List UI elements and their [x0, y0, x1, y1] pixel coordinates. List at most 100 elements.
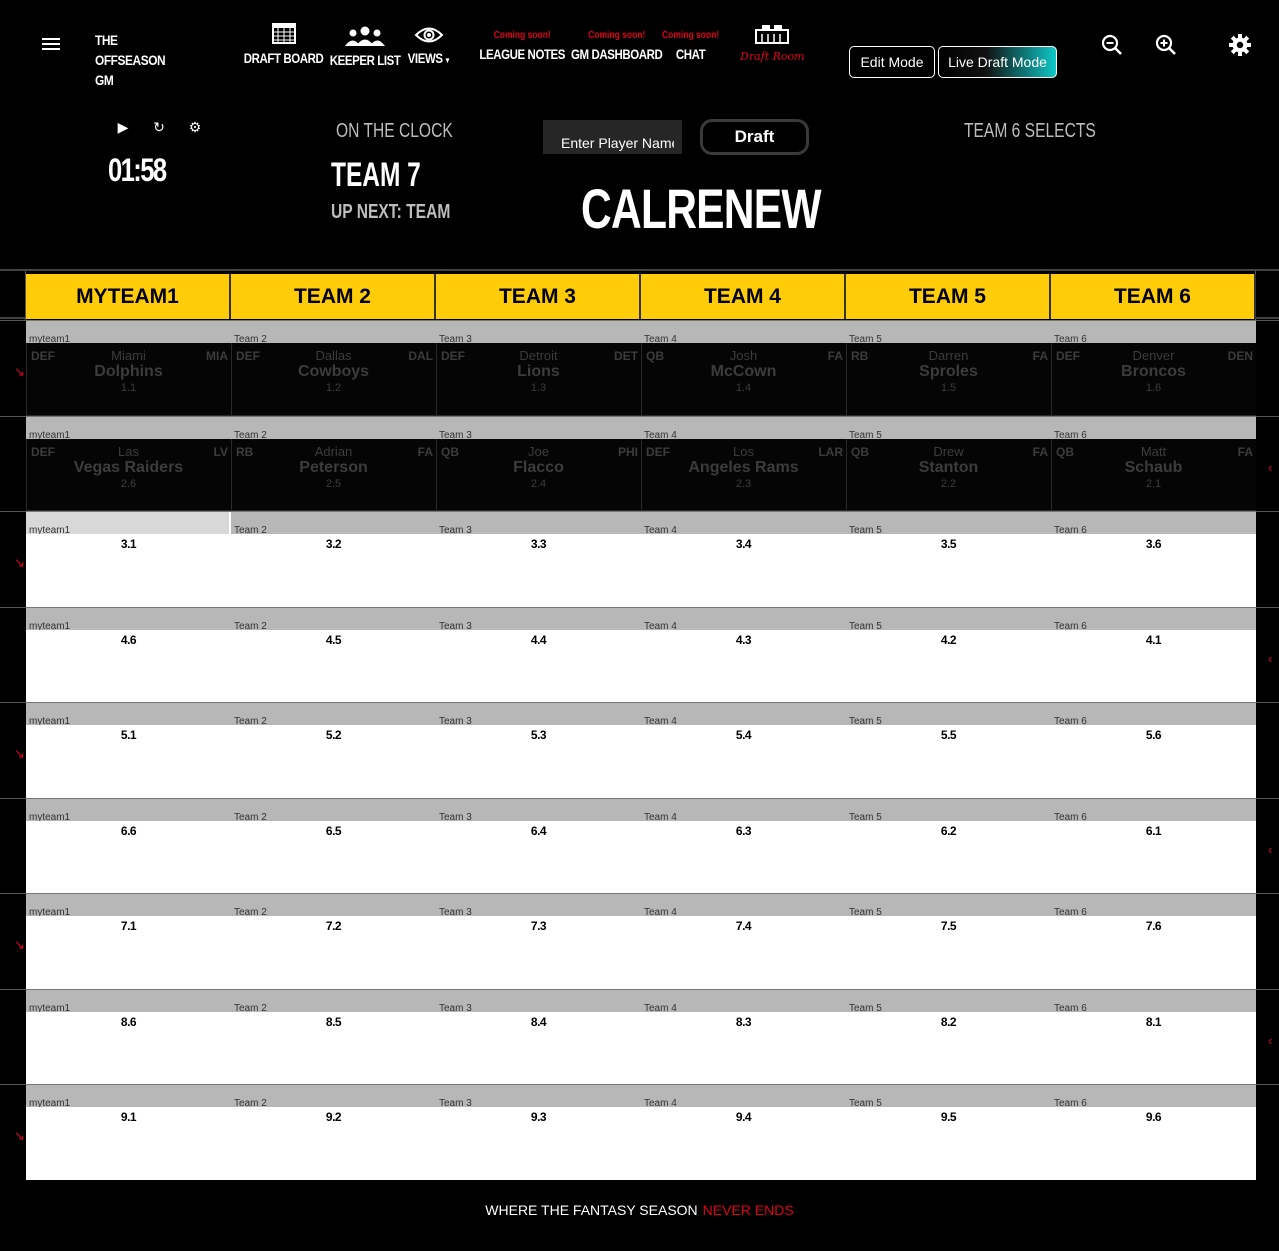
pick-cell[interactable]: Team 3 DEF DET Detroit Lions 1.3	[436, 320, 641, 416]
pick-cell[interactable]: Team 4 8.3	[641, 988, 846, 1084]
pick-cell[interactable]: Team 4 3.4	[641, 511, 846, 607]
snake-arrow-left-icon: ‹	[1268, 1032, 1273, 1048]
player-name-input[interactable]	[543, 120, 682, 154]
pick-number: 9.6	[1145, 1110, 1162, 1124]
team-header[interactable]: TEAM 4	[641, 274, 846, 319]
pick-owner-label: Team 3	[439, 334, 472, 344]
pick-owner-label: myteam1	[29, 1098, 71, 1108]
pick-owner-bar: Team 3	[436, 607, 641, 630]
team-header[interactable]: TEAM 3	[436, 274, 641, 319]
pick-cell[interactable]: Team 2 6.5	[231, 797, 436, 893]
pick-number: 2.6	[120, 477, 137, 490]
live-draft-mode-button[interactable]: Live Draft Mode	[938, 46, 1057, 78]
coming-soon-badge: Coming soon!	[493, 30, 551, 41]
pick-cell[interactable]: Team 4 5.4	[641, 702, 846, 798]
pick-cell[interactable]: Team 4 4.3	[641, 606, 846, 702]
pick-cell[interactable]: myteam1 3.1	[26, 511, 231, 607]
nav-gm-dashboard[interactable]: Coming soon! GM DASHBOARD	[561, 22, 672, 62]
team-header[interactable]: MYTEAM1	[26, 274, 231, 319]
pick-cell[interactable]: Team 5 8.2	[846, 988, 1051, 1084]
pick-owner-label: Team 6	[1054, 1002, 1087, 1012]
pick-cell[interactable]: Team 6 9.6	[1051, 1084, 1256, 1180]
reset-icon[interactable]: ↻	[152, 119, 166, 135]
pick-owner-bar: Team 3	[436, 703, 641, 725]
pick-cell[interactable]: Team 3 6.4	[436, 797, 641, 893]
pick-cell[interactable]: Team 6 DEF DEN Denver Broncos 1.6	[1051, 320, 1256, 416]
pick-cell[interactable]: Team 5 RB FA Darren Sproles 1.5	[846, 320, 1051, 416]
nav-chat[interactable]: Coming soon! CHAT	[657, 22, 724, 62]
pick-cell[interactable]: Team 5 5.5	[846, 702, 1051, 798]
pick-cell[interactable]: Team 5 7.5	[846, 893, 1051, 989]
pick-cell[interactable]: Team 5 4.2	[846, 606, 1051, 702]
pick-owner-label: Team 2	[234, 1098, 267, 1108]
pick-cell[interactable]: Team 2 5.2	[231, 702, 436, 798]
pick-cell[interactable]: Team 4 9.4	[641, 1084, 846, 1180]
pick-cell[interactable]: myteam1 9.1	[26, 1084, 231, 1180]
pick-cell[interactable]: Team 2 RB FA Adrian Peterson 2.5	[231, 415, 436, 511]
footer-tagline-accent: NEVER ENDS	[702, 1202, 794, 1218]
team-header[interactable]: TEAM 2	[231, 274, 436, 319]
pick-cell[interactable]: myteam1 DEF MIA Miami Dolphins 1.1	[26, 320, 231, 416]
pick-cell[interactable]: Team 5 9.5	[846, 1084, 1051, 1180]
pick-cell[interactable]: Team 2 4.5	[231, 606, 436, 702]
nav-keeper-list[interactable]: KEEPER LIST	[322, 26, 408, 68]
pick-cell[interactable]: Team 6 4.1	[1051, 606, 1256, 702]
pick-cell[interactable]: Team 5 3.5	[846, 511, 1051, 607]
pick-cell[interactable]: Team 4 DEF LAR Los Angeles Rams 2.3	[641, 415, 846, 511]
pick-owner-bar: Team 2	[231, 321, 436, 343]
nav-league-notes[interactable]: Coming soon! LEAGUE NOTES	[470, 22, 574, 62]
pick-cell[interactable]: Team 6 3.6	[1051, 511, 1256, 607]
pick-cell[interactable]: Team 2 7.2	[231, 893, 436, 989]
pick-cell[interactable]: myteam1 7.1	[26, 893, 231, 989]
pick-cell[interactable]: Team 4 QB FA Josh McCown 1.4	[641, 320, 846, 416]
team-header[interactable]: TEAM 6	[1051, 274, 1256, 319]
pick-cell[interactable]: Team 3 9.3	[436, 1084, 641, 1180]
pick-cell[interactable]: myteam1 4.6	[26, 606, 231, 702]
pick-cell[interactable]: Team 6 8.1	[1051, 988, 1256, 1084]
pick-cell[interactable]: myteam1 5.1	[26, 702, 231, 798]
pick-cell[interactable]: Team 5 QB FA Drew Stanton 2.2	[846, 415, 1051, 511]
pick-cell[interactable]: Team 2 DEF DAL Dallas Cowboys 1.2	[231, 320, 436, 416]
pick-last-name: Flacco	[513, 458, 564, 476]
pick-cell[interactable]: Team 6 7.6	[1051, 893, 1256, 989]
team-header[interactable]: TEAM 5	[846, 274, 1051, 319]
pick-cell[interactable]: Team 3 7.3	[436, 893, 641, 989]
pick-owner-label: myteam1	[29, 620, 71, 630]
play-icon[interactable]: ▶	[116, 119, 130, 135]
zoom-in-icon[interactable]	[1154, 33, 1178, 57]
pick-last-name: McCown	[710, 363, 777, 380]
pick-owner-bar: Team 4	[641, 989, 846, 1012]
pick-cell[interactable]: Team 4 6.3	[641, 797, 846, 893]
pick-cell[interactable]: myteam1 8.6	[26, 988, 231, 1084]
pick-cell[interactable]: Team 6 5.6	[1051, 702, 1256, 798]
pick-cell[interactable]: myteam1 DEF LV Las Vegas Raiders 2.6	[26, 415, 231, 511]
settings-gear-icon[interactable]	[1228, 33, 1252, 57]
edit-mode-button[interactable]: Edit Mode	[849, 46, 935, 78]
pick-cell[interactable]: Team 3 5.3	[436, 702, 641, 798]
pick-cell[interactable]: Team 3 QB PHI Joe Flacco 2.4	[436, 415, 641, 511]
zoom-out-icon[interactable]	[1100, 33, 1124, 57]
timer-settings-gear-icon[interactable]: ⚙	[188, 119, 202, 135]
menu-icon[interactable]	[42, 38, 60, 52]
pick-cell[interactable]: Team 6 QB FA Matt Schaub 2.1	[1051, 415, 1256, 511]
pick-cell[interactable]: Team 3 8.4	[436, 988, 641, 1084]
pick-cell[interactable]: Team 3 3.3	[436, 511, 641, 607]
pick-cell[interactable]: Team 2 3.2	[231, 511, 436, 607]
nav-draft-room[interactable]: Draft Room	[740, 24, 805, 63]
pick-cell[interactable]: Team 4 7.4	[641, 893, 846, 989]
pick-cell[interactable]: Team 5 6.2	[846, 797, 1051, 893]
nav-draft-board[interactable]: DRAFT BOARD	[235, 22, 332, 66]
pick-number: 7.2	[325, 919, 342, 933]
pick-cell[interactable]: Team 2 8.5	[231, 988, 436, 1084]
nav-views[interactable]: VIEWS ▼	[403, 26, 455, 66]
pick-cell[interactable]: Team 2 9.2	[231, 1084, 436, 1180]
nav-keeper-list-label: KEEPER LIST	[329, 52, 401, 68]
pick-cell[interactable]: Team 6 6.1	[1051, 797, 1256, 893]
pick-cell[interactable]: myteam1 6.6	[26, 797, 231, 893]
brand-logo[interactable]: THE OFFSEASON GM	[95, 30, 166, 90]
pick-cell[interactable]: Team 3 4.4	[436, 606, 641, 702]
eye-icon	[414, 27, 444, 43]
draft-button[interactable]: Draft	[700, 119, 809, 155]
pick-owner-bar: Team 2	[231, 512, 436, 534]
pick-owner-label: Team 2	[234, 1002, 267, 1012]
